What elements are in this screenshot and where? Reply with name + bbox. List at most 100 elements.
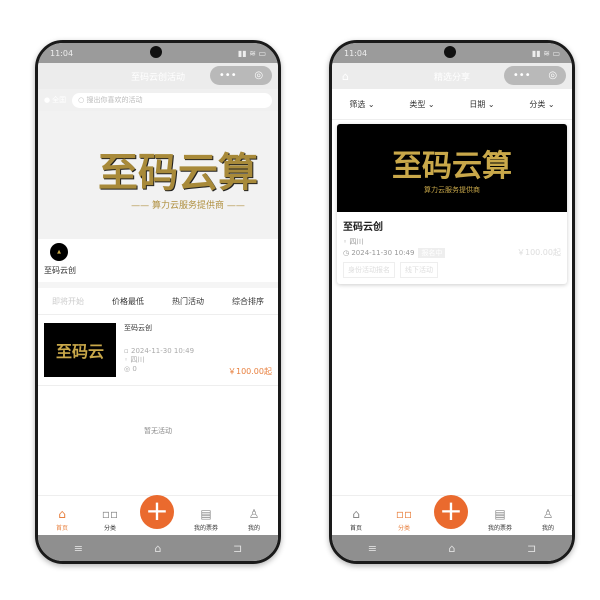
item-thumbnail: 至码云 [44,323,116,377]
filter-bar: 筛选 ⌄ 类型 ⌄ 日期 ⌄ 分类 ⌄ [332,89,572,120]
page-title: 精选分享 [433,72,470,83]
status-bar: 11:04 ▮▮ ≋ ▭ [332,43,572,63]
item-date: 2024-11-30 10:49 [130,347,195,355]
empty-state: 暂无活动 [144,427,172,435]
banner-logo-text: 至码云算 [98,149,258,196]
tab-label: 我的票券 [193,525,218,532]
category-dropdown[interactable]: 分类 ⌄ [529,99,554,110]
banner-subtitle: —— 算力云服务提供商 —— [131,200,245,211]
card-image: 至码云算算力云服务提供商 [337,124,567,212]
sort-tab-overall[interactable]: 综合排序 [232,296,264,307]
filter-dropdown[interactable]: 筛选 ⌄ [349,99,374,110]
tab-label: 分类 [397,525,410,532]
menu-icon[interactable]: ≡ [74,542,83,555]
home-nav-icon[interactable]: ⌂ [154,542,161,555]
item-price: ￥100.00起 [228,367,272,376]
phone-home: 11:04 ▮▮ ≋ ▭ 至码云创活动 ••• ◎ ● 全国 ○ 搜出你喜欢的活动 至… [35,40,281,564]
home-nav-icon[interactable]: ⌂ [448,542,455,555]
card-tag: 线下活动 [400,262,438,278]
item-title: 至码云创 [124,324,152,332]
time: 11:04 [50,48,74,58]
time: 11:04 [344,48,368,58]
card-logo-text: 至码云算 [392,149,512,184]
add-button[interactable]: + [140,495,174,529]
tab-label: 分类 [103,525,116,532]
tab-me[interactable]: ♙ 我的 [232,507,276,532]
mini-capsule[interactable]: ••• ◎ [210,66,272,85]
card-title: 至码云创 [343,222,383,233]
search-input[interactable]: ○ 搜出你喜欢的活动 [72,92,272,108]
item-views: 0 [132,365,137,373]
type-label: 类型 [409,99,426,109]
date-label: 日期 [469,99,486,109]
status-badge: 报名中 [418,247,446,258]
sort-tab-hot[interactable]: 热门活动 [172,296,204,307]
more-icon[interactable]: ••• [219,70,237,81]
more-icon[interactable]: ••• [513,70,531,81]
back-icon[interactable]: ⊐ [527,542,536,555]
home-icon: ⌂ [58,507,66,521]
tab-label: 首页 [349,525,362,532]
ticket-icon: ▤ [200,507,212,521]
search-placeholder: 搜出你喜欢的活动 [86,96,143,104]
date-dropdown[interactable]: 日期 ⌄ [469,99,494,110]
camera [444,46,456,58]
add-button[interactable]: + [434,495,468,529]
user-icon: ♙ [248,507,260,521]
banner[interactable]: 至码云算 —— 算力云服务提供商 —— [38,111,278,239]
system-nav: ≡ ⌂ ⊐ [332,535,572,561]
tab-tickets[interactable]: ▤ 我的票券 [478,507,522,532]
card-tag: 身份活动报名 [343,262,395,278]
tab-label: 我的 [541,525,554,532]
home-icon[interactable]: ⌂ [342,70,349,83]
org-name: 至码云创 [44,266,76,275]
calendar-icon: ▫ [124,347,131,355]
system-nav: ≡ ⌂ ⊐ [38,535,278,561]
page-title: 至码云创活动 [130,72,185,83]
signal-icons: ▮▮ ≋ ▭ [237,48,266,58]
card-date: 2024-11-30 10:49 [351,248,415,257]
tab-label: 首页 [55,525,68,532]
thumb-logo-text: 至码云 [55,342,104,361]
mini-capsule[interactable]: ••• ◎ [504,66,566,85]
card-logo-subtitle: 算力云服务提供商 [424,186,480,194]
camera [150,46,162,58]
tab-home[interactable]: ⌂ 首页 [334,507,378,532]
phone-category: 11:04 ▮▮ ≋ ▭ ⌂ 精选分享 ••• ◎ 筛选 ⌄ 类型 ⌄ 日期 ⌄ 分类… [329,40,575,564]
ticket-icon: ▤ [494,507,506,521]
menu-icon[interactable]: ≡ [368,542,377,555]
category-label: 分类 [529,99,546,109]
nav-bar: 至码云创活动 ••• ◎ [38,63,278,89]
signal-icons: ▮▮ ≋ ▭ [531,48,560,58]
tab-category[interactable]: ▫▫ 分类 [88,507,132,532]
org-avatar: ▲ [50,243,68,261]
filter-label: 筛选 [349,99,366,109]
search-row: ● 全国 ○ 搜出你喜欢的活动 [38,89,278,111]
grid-icon: ▫▫ [101,507,119,521]
tab-me[interactable]: ♙ 我的 [526,507,570,532]
activity-list-item[interactable]: 至码云 至码云创 ▫ 2024-11-30 10:49 ◦ 四川 ◎ 0 ￥10… [38,315,278,386]
location-label[interactable]: 全国 [52,95,66,105]
tab-label: 我的票券 [487,525,512,532]
tab-category[interactable]: ▫▫ 分类 [382,507,426,532]
back-icon[interactable]: ⊐ [233,542,242,555]
close-circle-icon[interactable]: ◎ [254,70,263,81]
status-bar: 11:04 ▮▮ ≋ ▭ [38,43,278,63]
user-icon: ♙ [542,507,554,521]
activity-card[interactable]: 至码云算 算力云服务提供商 至码云创 ◦ 四川 ◷ 2024-11-30 10:4… [337,124,567,284]
search-icon: ○ [78,96,87,104]
type-dropdown[interactable]: 类型 ⌄ [409,99,434,110]
tab-home[interactable]: ⌂ 首页 [40,507,84,532]
grid-icon: ▫▫ [395,507,413,521]
tab-tickets[interactable]: ▤ 我的票券 [184,507,228,532]
card-price: ￥100.00起 [517,248,561,257]
sort-tabs: 即将开始 价格最低 热门活动 综合排序 [38,282,278,315]
sort-tab-price[interactable]: 价格最低 [112,296,144,307]
tab-label: 我的 [247,525,260,532]
org-block[interactable]: ▲ 至码云创 [38,239,278,282]
location-icon: ● [44,96,51,104]
clock-icon: ◷ [343,248,352,257]
sort-tab-upcoming[interactable]: 即将开始 [52,296,84,307]
close-circle-icon[interactable]: ◎ [548,70,557,81]
item-location: 四川 [130,356,145,364]
